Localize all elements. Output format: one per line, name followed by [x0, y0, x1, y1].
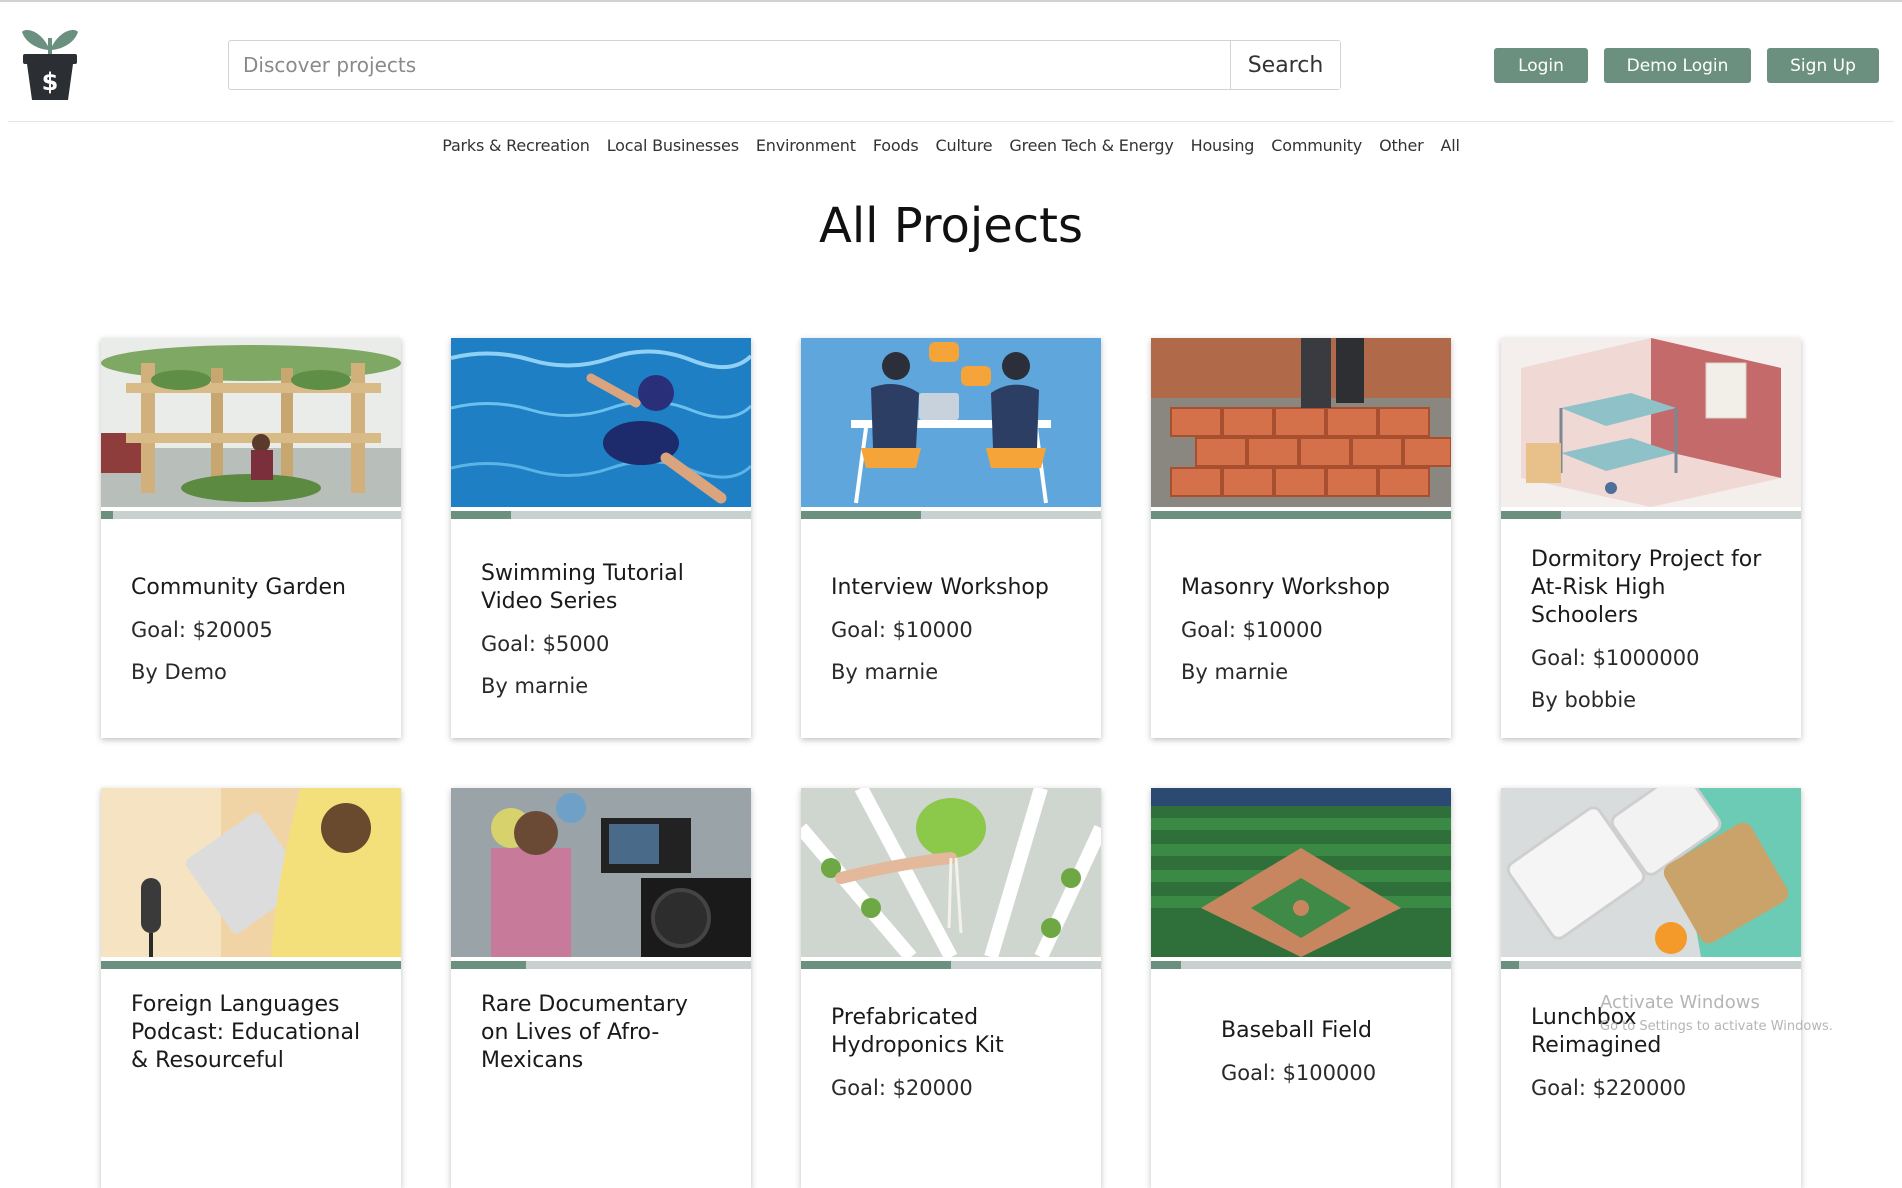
project-author: By marnie	[1181, 659, 1289, 684]
hydroponics-photo-icon	[801, 788, 1101, 957]
card-body: Interview Workshop Goal: $10000 By marni…	[801, 519, 1101, 738]
project-card[interactable]: Community Garden Goal: $20005 By Demo	[101, 338, 401, 738]
category-link-culture[interactable]: Culture	[936, 136, 993, 160]
funding-progress-fill	[1501, 961, 1519, 969]
search-button[interactable]: Search	[1230, 41, 1340, 89]
project-title[interactable]: Masonry Workshop	[1181, 574, 1421, 602]
card-body: Dormitory Project for At-Risk High Schoo…	[1501, 519, 1801, 738]
card-body: Rare Documentary on Lives of Afro-Mexica…	[451, 969, 751, 1188]
project-author: By Demo	[131, 659, 227, 684]
card-body: Swimming Tutorial Video Series Goal: $50…	[451, 519, 751, 738]
category-link-community[interactable]: Community	[1271, 136, 1362, 160]
funding-progress-fill	[101, 511, 113, 519]
project-author: By marnie	[831, 659, 939, 684]
garden-photo-icon	[101, 338, 401, 507]
project-card[interactable]: Prefabricated Hydroponics Kit Goal: $200…	[801, 788, 1101, 1188]
search-bar: Search	[228, 40, 1341, 90]
project-card[interactable]: Rare Documentary on Lives of Afro-Mexica…	[451, 788, 751, 1188]
bricklaying-photo-icon	[1151, 338, 1451, 507]
category-link-all[interactable]: All	[1441, 136, 1460, 160]
project-goal: Goal: $1000000	[1531, 645, 1700, 670]
card-body: Community Garden Goal: $20005 By Demo	[101, 519, 401, 738]
card-body: Prefabricated Hydroponics Kit Goal: $200…	[801, 969, 1101, 1188]
card-body: Masonry Workshop Goal: $10000 By marnie	[1151, 519, 1451, 738]
funding-progress-fill	[1151, 961, 1181, 969]
project-goal: Goal: $10000	[831, 617, 973, 642]
project-author: By bobbie	[1531, 687, 1637, 712]
project-title[interactable]: Dormitory Project for At-Risk High Schoo…	[1531, 546, 1771, 630]
funding-progress-track	[801, 961, 1101, 969]
project-title[interactable]: Interview Workshop	[831, 574, 1071, 602]
funding-progress-track	[451, 961, 751, 969]
category-nav: Parks & Recreation Local Businesses Envi…	[0, 136, 1902, 160]
project-goal: Goal: $20005	[131, 617, 273, 642]
swimmer-photo-icon	[451, 338, 751, 507]
svg-text:$: $	[42, 68, 59, 96]
project-goal: Goal: $20000	[831, 1076, 973, 1100]
watermark-subtitle: Go to Settings to activate Windows.	[1600, 1019, 1833, 1034]
category-link-parks-recreation[interactable]: Parks & Recreation	[442, 136, 590, 160]
category-link-foods[interactable]: Foods	[873, 136, 919, 160]
funding-progress-track	[801, 511, 1101, 519]
project-title[interactable]: Baseball Field	[1221, 1017, 1421, 1045]
category-link-other[interactable]: Other	[1379, 136, 1424, 160]
category-link-local-businesses[interactable]: Local Businesses	[607, 136, 739, 160]
funding-progress-track	[1501, 511, 1801, 519]
dorm-room-illustration-icon	[1501, 338, 1801, 507]
logo-plant-pot-icon[interactable]: $	[20, 24, 80, 102]
interview-illustration-icon	[801, 338, 1101, 507]
funding-progress-fill	[801, 961, 951, 969]
funding-progress-track	[1151, 511, 1451, 519]
project-card[interactable]: Masonry Workshop Goal: $10000 By marnie	[1151, 338, 1451, 738]
lunchbox-photo-icon	[1501, 788, 1801, 957]
project-goal: Goal: $100000	[1221, 1061, 1377, 1085]
project-title[interactable]: Rare Documentary on Lives of Afro-Mexica…	[481, 991, 721, 1075]
funding-progress-track	[1501, 961, 1801, 969]
header: $ Search Login Demo Login Sign Up	[0, 0, 1902, 121]
funding-progress-fill	[101, 961, 401, 969]
login-button[interactable]: Login	[1494, 48, 1588, 83]
card-body: Baseball Field Goal: $100000	[1151, 969, 1451, 1188]
project-title[interactable]: Foreign Languages Podcast: Educational &…	[131, 991, 371, 1075]
funding-progress-track	[1151, 961, 1451, 969]
funding-progress-fill	[451, 511, 511, 519]
category-link-housing[interactable]: Housing	[1191, 136, 1255, 160]
project-goal: Goal: $220000	[1531, 1076, 1687, 1100]
baseball-field-photo-icon	[1151, 788, 1451, 957]
category-link-green-tech-energy[interactable]: Green Tech & Energy	[1009, 136, 1173, 160]
funding-progress-fill	[1501, 511, 1561, 519]
project-title[interactable]: Community Garden	[131, 574, 371, 602]
funding-progress-track	[451, 511, 751, 519]
funding-progress-fill	[801, 511, 921, 519]
funding-progress-fill	[451, 961, 526, 969]
podcast-photo-icon	[101, 788, 401, 957]
project-card[interactable]: Baseball Field Goal: $100000	[1151, 788, 1451, 1188]
card-body: Foreign Languages Podcast: Educational &…	[101, 969, 401, 1188]
project-card[interactable]: Interview Workshop Goal: $10000 By marni…	[801, 338, 1101, 738]
demo-login-button[interactable]: Demo Login	[1604, 48, 1751, 83]
activate-windows-watermark: Activate Windows Go to Settings to activ…	[1600, 992, 1833, 1034]
header-divider	[8, 121, 1894, 122]
funding-progress-fill	[1151, 511, 1451, 519]
funding-progress-track	[101, 511, 401, 519]
page-title: All Projects	[819, 198, 1083, 254]
project-card[interactable]: Dormitory Project for At-Risk High Schoo…	[1501, 338, 1801, 738]
camera-photo-icon	[451, 788, 751, 957]
project-card[interactable]: Swimming Tutorial Video Series Goal: $50…	[451, 338, 751, 738]
project-title[interactable]: Swimming Tutorial Video Series	[481, 560, 721, 616]
funding-progress-track	[101, 961, 401, 969]
project-card[interactable]: Foreign Languages Podcast: Educational &…	[101, 788, 401, 1188]
project-goal: Goal: $10000	[1181, 617, 1323, 642]
project-title[interactable]: Prefabricated Hydroponics Kit	[831, 1004, 1071, 1060]
project-author: By marnie	[481, 673, 589, 698]
category-link-environment[interactable]: Environment	[756, 136, 856, 160]
project-card[interactable]: Lunchbox Reimagined Goal: $220000	[1501, 788, 1801, 1188]
sign-up-button[interactable]: Sign Up	[1767, 48, 1879, 83]
search-input[interactable]	[229, 41, 1230, 89]
watermark-title: Activate Windows	[1600, 992, 1760, 1013]
project-goal: Goal: $5000	[481, 631, 610, 656]
